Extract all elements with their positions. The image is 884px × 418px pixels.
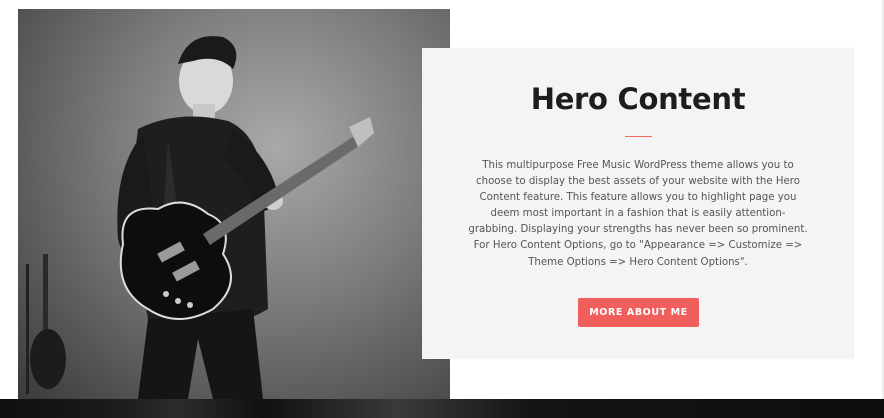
background-guitar	[26, 254, 66, 394]
hero-content-card: Hero Content This multipurpose Free Musi…	[422, 48, 854, 359]
hero-description: This multipurpose Free Music WordPress t…	[468, 160, 808, 268]
hero-image	[18, 9, 450, 399]
more-about-me-button[interactable]: MORE ABOUT ME	[578, 298, 699, 327]
title-divider	[625, 136, 652, 137]
hero-section: Hero Content This multipurpose Free Musi…	[0, 0, 884, 418]
hero-title: Hero Content	[530, 82, 746, 116]
next-section-image-strip	[0, 399, 884, 418]
